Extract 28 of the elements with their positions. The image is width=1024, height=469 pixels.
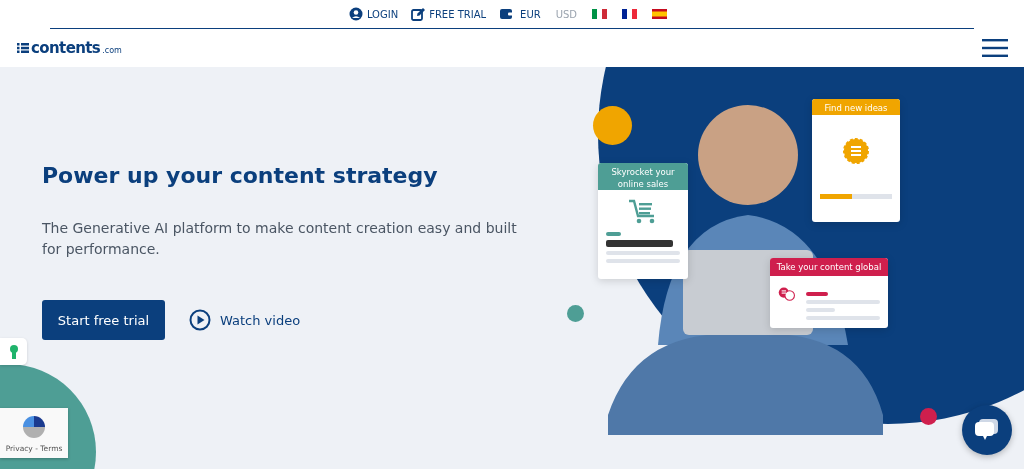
- edit-icon: [411, 7, 426, 21]
- hero-subtitle: The Generative AI platform to make content creation easy and built for performance.: [42, 219, 518, 259]
- chat-icon: [975, 419, 999, 441]
- card-title: Take your content global: [770, 258, 888, 276]
- chat-button[interactable]: [962, 405, 1012, 455]
- play-icon: [189, 309, 211, 331]
- speech-bubbles-icon: [778, 284, 796, 304]
- logo[interactable]: contents.com: [17, 39, 122, 57]
- flag-icon[interactable]: [622, 9, 638, 19]
- list-icon: [17, 43, 29, 53]
- menu-icon[interactable]: [982, 39, 1008, 57]
- start-trial-button[interactable]: Start free trial: [42, 300, 165, 340]
- hero-title: Power up your content strategy: [42, 163, 439, 188]
- keyhole-icon: [9, 344, 18, 359]
- decorative-dot: [567, 305, 584, 322]
- card-title: Find new ideas: [812, 99, 900, 115]
- gear-icon: [843, 138, 869, 164]
- login-link[interactable]: LOGIN: [348, 7, 399, 21]
- flag-icon[interactable]: [592, 9, 608, 19]
- flag-icon[interactable]: [652, 9, 668, 19]
- currency-option[interactable]: EUR: [520, 8, 541, 20]
- user-icon: [348, 7, 363, 21]
- wallet-icon: [499, 7, 514, 21]
- watch-video-link[interactable]: Watch video: [189, 309, 301, 331]
- accessibility-badge[interactable]: [0, 338, 27, 365]
- decorative-dot: [920, 408, 937, 425]
- free-trial-link[interactable]: FREE TRIAL: [411, 7, 487, 21]
- card-title: Skyrocket your online sales: [598, 163, 688, 190]
